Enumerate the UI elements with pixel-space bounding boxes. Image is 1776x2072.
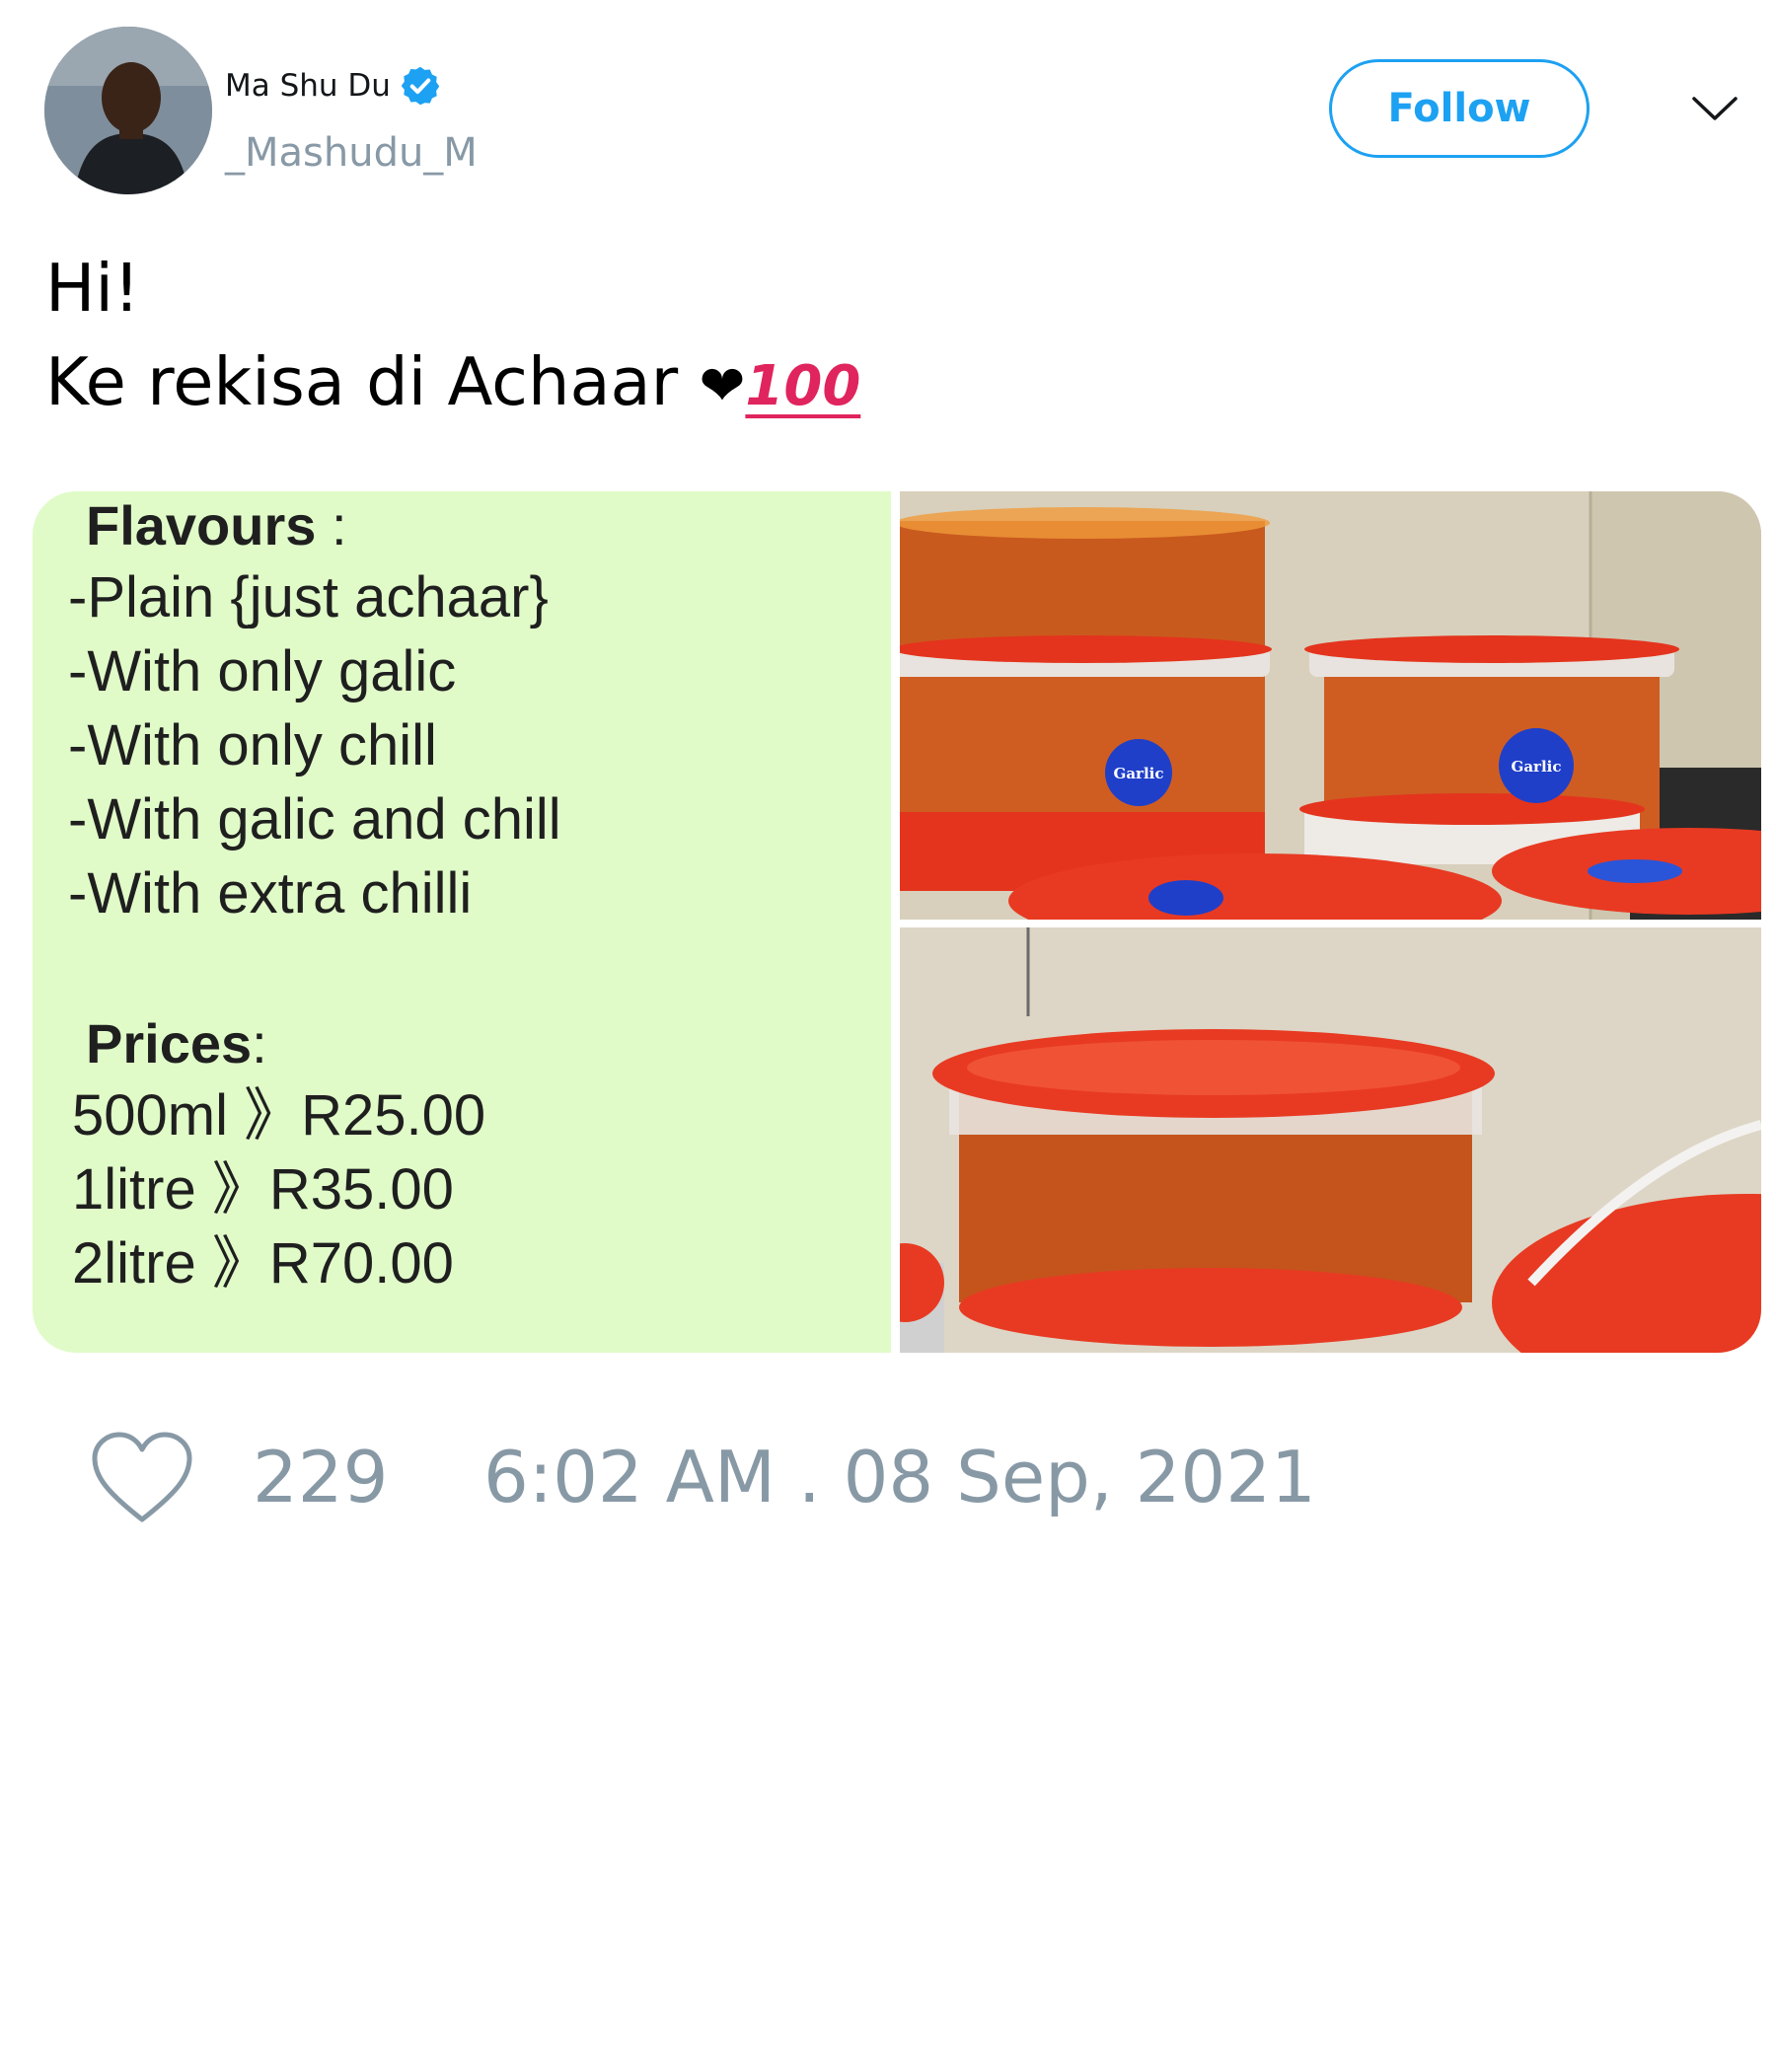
author-display-name[interactable]: Ma Shu Du: [225, 64, 442, 108]
achaar-container-photo-bottom[interactable]: [900, 927, 1761, 1353]
achaar-containers-photo-top[interactable]: Garlic Garlic: [900, 491, 1761, 920]
author-handle[interactable]: _Mashudu_M: [225, 128, 478, 178]
flavours-heading-text: Flavours: [86, 494, 317, 556]
verified-badge-icon: [401, 66, 440, 106]
flavour-item: -With only galic: [68, 639, 457, 703]
tweet-timestamp[interactable]: 6:02 AM . 08 Sep, 2021: [483, 1433, 1316, 1521]
flavours-heading-colon: :: [316, 494, 347, 556]
like-count: 229: [253, 1436, 389, 1518]
flavour-item: -With extra chilli: [68, 861, 473, 925]
price-list-image[interactable]: Flavours : -Plain {just achaar} -With on…: [33, 491, 891, 1353]
prices-heading-colon: :: [252, 1012, 267, 1074]
price-item: 1litre 》R35.00: [72, 1157, 454, 1221]
prices-heading-text: Prices: [86, 1012, 253, 1074]
garlic-sticker-label: Garlic: [1512, 758, 1562, 776]
flavour-item: -With galic and chill: [68, 787, 561, 851]
tweet-text: Hi! Ke rekisa di Achaar ❤100: [45, 242, 860, 433]
follow-button[interactable]: Follow: [1329, 59, 1590, 158]
flavours-heading: Flavours :: [86, 491, 347, 560]
price-item: 500ml 》R25.00: [72, 1083, 486, 1147]
tweet-line-body: Ke rekisa di Achaar ❤100: [45, 335, 860, 433]
heart-emoji: ❤: [699, 354, 746, 418]
chevron-down-icon[interactable]: [1690, 89, 1739, 128]
hundred-points-emoji: 100: [745, 354, 861, 418]
price-item: 2litre 》R70.00: [72, 1231, 454, 1295]
tweet-media[interactable]: Flavours : -Plain {just achaar} -With on…: [33, 491, 1761, 1353]
tweet-line-greeting: Hi!: [45, 250, 140, 327]
prices-heading: Prices:: [86, 1009, 267, 1078]
flavour-item: -With only chill: [68, 713, 437, 777]
tweet-body-text: Ke rekisa di Achaar: [45, 343, 679, 420]
flavour-item: -Plain {just achaar}: [68, 565, 549, 629]
garlic-sticker-label: Garlic: [1114, 765, 1164, 782]
display-name-text: Ma Shu Du: [225, 68, 391, 104]
heart-icon[interactable]: [89, 1431, 195, 1525]
author-avatar[interactable]: [44, 27, 212, 194]
